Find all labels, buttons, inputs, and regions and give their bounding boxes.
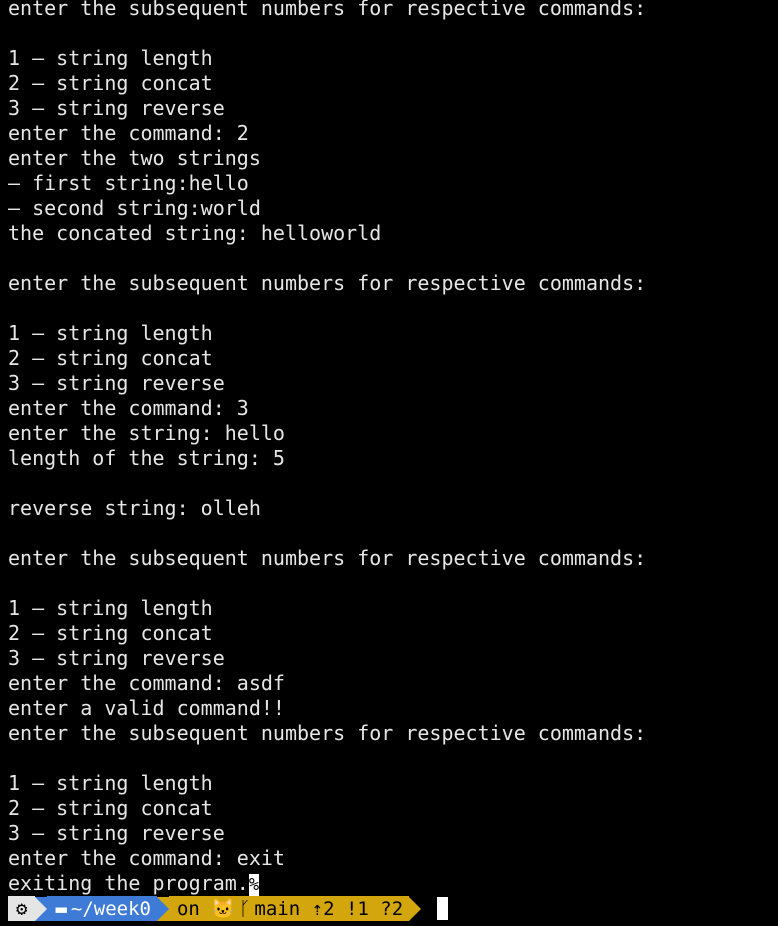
terminal-line: 3 – string reverse [8,371,225,395]
current-path: ~/week0 [70,897,151,920]
os-icon: ⚙ [16,897,28,920]
terminal-line: 1 – string length [8,46,213,70]
terminal-line: enter the command: exit [8,846,285,870]
terminal-line: – second string:world [8,196,261,220]
terminal-line: enter the command: 3 [8,396,249,420]
prompt-separator-arrow [156,896,169,921]
terminal-line: – first string:hello [8,171,249,195]
terminal-line: 3 – string reverse [8,96,225,120]
terminal-line: enter the subsequent numbers for respect… [8,546,647,570]
eol-marker: % [248,873,260,896]
terminal-line: length of the string: 5 [8,446,285,470]
prompt-dir-segment: ▬ ~/week0 [47,896,157,921]
terminal-line: enter the subsequent numbers for respect… [8,721,647,745]
prompt-end-arrow [409,896,422,921]
terminal-window[interactable]: enter the subsequent numbers for respect… [0,0,778,926]
shell-prompt: ⚙ ▬ ~/week0 on 🐱 ᚴ main ⇡2 !1 ?2 [8,896,449,921]
terminal-line: 1 – string length [8,771,213,795]
terminal-line: reverse string: olleh [8,496,261,520]
exit-message: exiting the program. [8,871,249,895]
terminal-line: enter the subsequent numbers for respect… [8,0,647,20]
terminal-line: enter the string: hello [8,421,285,445]
terminal-line: the concated string: helloworld [8,221,382,245]
prompt-separator-arrow [35,896,48,921]
github-icon: 🐱 [211,898,235,920]
terminal-line: enter the command: asdf [8,671,285,695]
terminal-output: enter the subsequent numbers for respect… [8,0,778,896]
git-branch-icon: ᚴ [239,897,251,920]
prompt-git-segment: on 🐱 ᚴ main ⇡2 !1 ?2 [168,896,410,921]
prompt-os-segment: ⚙ [8,896,36,921]
terminal-line: 2 – string concat [8,346,213,370]
terminal-line: 1 – string length [8,321,213,345]
branch-name: main [254,897,301,920]
terminal-line: enter the subsequent numbers for respect… [8,271,647,295]
terminal-line: enter the two strings [8,146,261,170]
git-status: ⇡2 !1 ?2 [311,897,404,920]
terminal-line: 2 – string concat [8,621,213,645]
terminal-line: 1 – string length [8,596,213,620]
terminal-line: 3 – string reverse [8,646,225,670]
terminal-line-last: exiting the program.% [8,871,778,896]
text-cursor[interactable] [437,897,449,920]
terminal-line: enter a valid command!! [8,696,285,720]
folder-icon: ▬ [55,897,67,920]
terminal-line: enter the command: 2 [8,121,249,145]
terminal-line: 2 – string concat [8,796,213,820]
on-label: on [176,897,200,920]
terminal-line: 3 – string reverse [8,821,225,845]
terminal-line: 2 – string concat [8,71,213,95]
